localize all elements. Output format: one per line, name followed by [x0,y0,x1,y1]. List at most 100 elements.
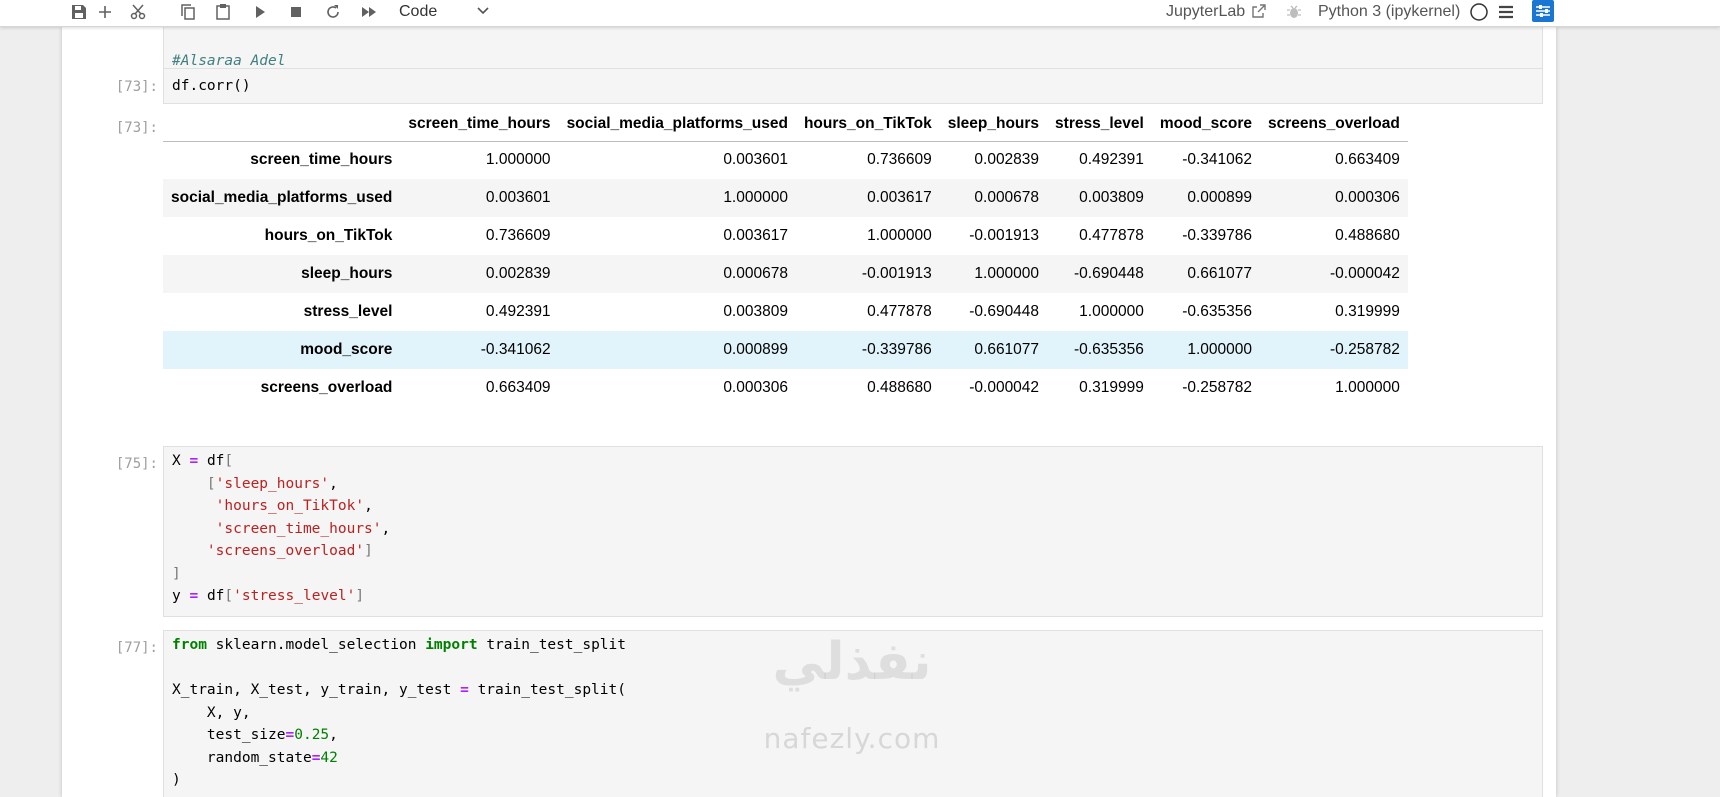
code-cell-editor[interactable]: from sklearn.model_selection import trai… [163,630,1543,797]
table-cell: -0.258782 [1330,341,1400,358]
table-cell: 0.477878 [867,303,932,320]
table-header-row: screen_time_hours social_media_platforms… [163,107,1408,142]
column-header: sleep_hours [939,107,1048,142]
table-cell: 0.492391 [485,303,551,320]
table-cell: 1.000000 [1335,379,1400,396]
table-cell: 0.000678 [974,189,1040,206]
table-cell: 1.000000 [1079,303,1144,320]
column-header: hours_on_TikTok [795,107,940,142]
table-cell: 1.000000 [974,265,1040,282]
input-prompt: [77]: [115,640,158,656]
table-cell: -0.339786 [861,341,932,358]
table-cell: -0.001913 [969,227,1040,244]
table-cell: 0.663409 [1335,151,1400,169]
table-cell: 0.477878 [1079,227,1144,244]
table-cell: 1.000000 [867,227,932,244]
restart-icon[interactable] [320,0,346,24]
table-cell: 0.003617 [723,227,788,244]
property-inspector-button[interactable] [1532,0,1554,22]
cell-type-select[interactable]: Code [393,0,498,24]
table-cell: -0.001913 [861,265,932,282]
table-cell: 0.000306 [723,379,788,396]
cell-type-value: Code [399,3,438,20]
jupyterlab-link[interactable]: JupyterLab [1166,0,1245,24]
column-header: stress_level [1047,107,1152,142]
table-cell: -0.341062 [1182,151,1252,169]
code-line: df.corr() [172,78,251,94]
column-header: social_media_platforms_used [558,107,796,142]
code-cell-editor[interactable]: X = df[ ['sleep_hours', 'hours_on_TikTok… [163,446,1543,617]
table-row: screen_time_hours 1.000000 0.003601 0.73660… [163,141,1408,179]
notebook-panel: #Alsaraa Adel [73]: df.corr() [73]: scre… [62,27,1556,797]
table-cell: 0.488680 [867,379,932,396]
table-cell: 0.736609 [867,151,932,169]
table-cell: 1.000000 [1187,341,1252,358]
table-cell: 0.003601 [485,189,551,206]
chevron-down-icon [477,7,489,15]
table-cell: 0.319999 [1079,379,1144,396]
table-cell: 0.492391 [1079,151,1144,169]
table-cell: 0.488680 [1335,227,1400,244]
table-row: social_media_platforms_used 0.003601 1.000… [163,179,1408,217]
table-cell: -0.635356 [1182,303,1252,320]
run-icon[interactable] [247,0,273,24]
table-cell: 0.003617 [867,189,932,206]
kernel-name[interactable]: Python 3 (ipykernel) [1318,0,1460,24]
table-cell: 0.000678 [723,265,788,282]
row-index-label: stress_level [303,303,393,320]
row-index-label: mood_score [300,341,393,358]
table-cell: -0.000042 [1330,265,1400,282]
table-cell: -0.690448 [1074,265,1144,282]
table-cell: 0.002839 [485,265,551,282]
table-row: hours_on_TikTok 0.736609 0.003617 1.000000 -… [163,217,1408,255]
fast-forward-icon[interactable] [356,0,382,24]
input-prompt: [75]: [115,456,158,472]
row-index-label: hours_on_TikTok [264,227,393,244]
table-cell: 0.000899 [723,341,788,358]
output-prompt: [73]: [115,120,158,136]
table-cell: 0.661077 [1187,265,1252,282]
table-cell: 0.319999 [1335,303,1400,320]
table-cell: -0.341062 [480,341,551,358]
table-cell: 0.003809 [1079,189,1144,206]
table-row: stress_level 0.492391 0.003809 0.477878 -0.6… [163,293,1408,331]
add-icon[interactable] [92,0,118,24]
table-cell: 0.661077 [974,341,1040,358]
table-cell: 0.000306 [1335,189,1400,206]
table-cell: -0.000042 [969,379,1040,396]
menu-icon[interactable] [1496,2,1516,22]
bug-icon[interactable] [1285,3,1303,21]
table-cell: -0.690448 [969,303,1040,320]
table-cell: -0.258782 [1182,379,1252,396]
kernel-idle-icon [1470,3,1488,21]
notebook-toolbar: Code JupyterLab Python 3 (ipykernel) [0,0,1720,27]
save-icon[interactable] [66,0,92,24]
row-index-label: screen_time_hours [250,151,393,169]
table-cell: 0.002839 [974,151,1040,169]
table-cell: 0.000899 [1187,189,1252,206]
row-index-label: screens_overload [260,379,393,396]
table-cell: 0.003601 [723,151,788,169]
table-row: sleep_hours 0.002839 0.000678 -0.001913 1.00… [163,255,1408,293]
external-link-icon[interactable] [1251,3,1267,19]
stop-icon[interactable] [283,0,309,24]
column-header: mood_score [1151,107,1260,142]
row-index-label: social_media_platforms_used [171,189,393,206]
paste-icon[interactable] [210,0,236,24]
table-cell: -0.339786 [1182,227,1252,244]
table-cell: 0.736609 [485,227,551,244]
table-cell: 0.663409 [485,379,551,396]
sliders-icon [1536,5,1550,17]
table-cell: 1.000000 [723,189,788,206]
table-row: mood_score -0.341062 0.000899 -0.339786 0.66… [163,331,1408,369]
copy-icon[interactable] [175,0,201,24]
table-cell: -0.635356 [1074,341,1144,358]
code-cell-editor[interactable]: df.corr() [163,68,1543,104]
code-comment: #Alsaraa Adel [172,53,286,69]
cut-icon[interactable] [125,0,151,24]
column-header: screen_time_hours [400,107,559,142]
input-prompt: [73]: [115,79,158,95]
table-row: screens_overload 0.663409 0.000306 0.488680… [163,369,1408,407]
row-index-label: sleep_hours [301,265,393,282]
column-header: screens_overload [1260,107,1408,142]
